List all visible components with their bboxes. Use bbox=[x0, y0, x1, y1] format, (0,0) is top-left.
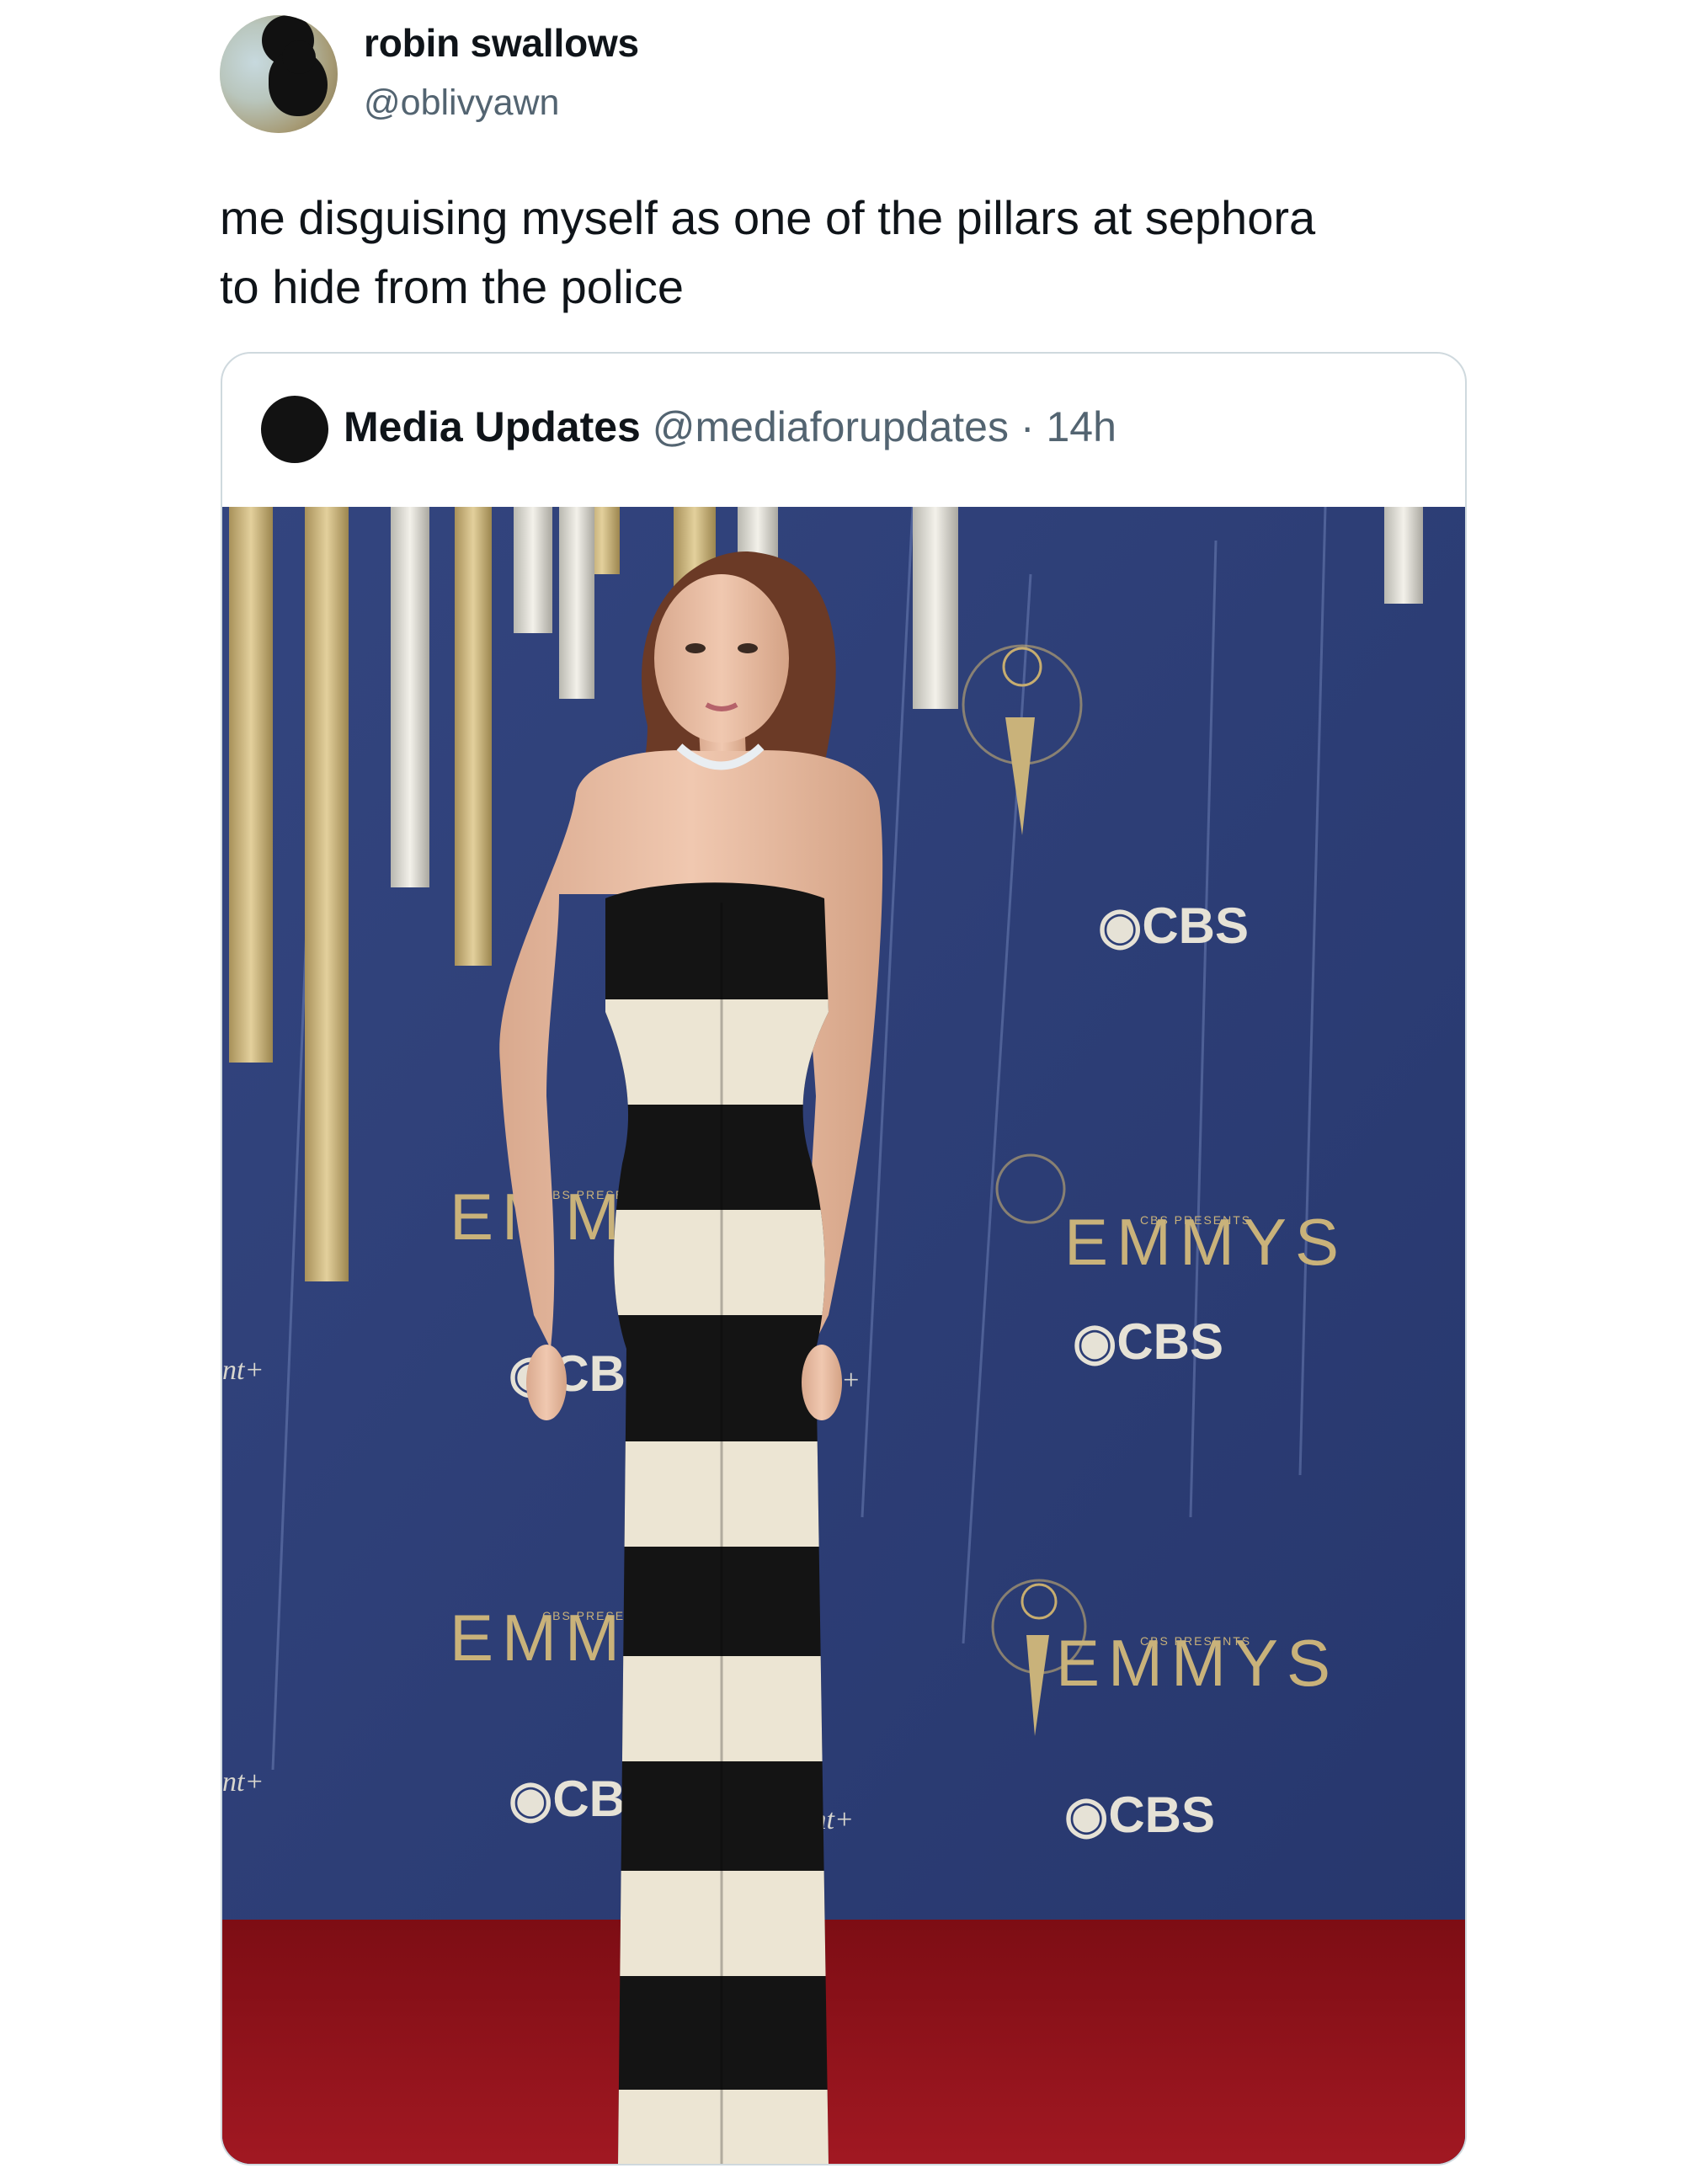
quoted-tweet-photo[interactable]: EMMYS EMMYS EMMYS EMMYS CBS PRESENTS CBS… bbox=[222, 507, 1465, 2164]
tweet-text: me disguising myself as one of the pilla… bbox=[220, 184, 1533, 322]
quoted-author-display-name[interactable]: Media Updates bbox=[344, 403, 641, 450]
avatar-redaction-scribble-3 bbox=[282, 40, 316, 74]
svg-text:◉CBS: ◉CBS bbox=[1098, 898, 1249, 954]
svg-text:◉CBS: ◉CBS bbox=[1073, 1313, 1223, 1370]
quoted-tweet-timestamp[interactable]: 14h bbox=[1046, 403, 1116, 450]
tweet-text-line-1: me disguising myself as one of the pilla… bbox=[220, 191, 1316, 244]
quoted-author-avatar[interactable] bbox=[261, 396, 328, 463]
svg-text:◉CBS: ◉CBS bbox=[1064, 1787, 1215, 1843]
svg-text:CBS PRESENTS: CBS PRESENTS bbox=[1140, 1213, 1251, 1227]
left-hand bbox=[526, 1345, 567, 1420]
quoted-tweet-header: Media Updates @mediaforupdates · 14h bbox=[344, 402, 1116, 451]
tweet-text-line-2: to hide from the police bbox=[220, 260, 684, 313]
red-carpet-photo-illustration: EMMYS EMMYS EMMYS EMMYS CBS PRESENTS CBS… bbox=[222, 507, 1465, 2164]
svg-text:nt+: nt+ bbox=[222, 1766, 264, 1798]
svg-text:CBS PRESENTS: CBS PRESENTS bbox=[1140, 1634, 1251, 1648]
red-carpet bbox=[222, 1920, 1465, 2164]
author-display-name[interactable]: robin swallows bbox=[364, 20, 639, 66]
face bbox=[654, 574, 789, 743]
quoted-tweet-card[interactable]: Media Updates @mediaforupdates · 14h EMM… bbox=[221, 352, 1467, 2165]
quoted-author-handle[interactable]: @mediaforupdates bbox=[653, 403, 1009, 450]
svg-text:nt+: nt+ bbox=[222, 1355, 264, 1386]
meta-separator: · bbox=[1020, 403, 1035, 450]
right-hand bbox=[802, 1345, 842, 1420]
author-handle[interactable]: @oblivyawn bbox=[364, 83, 559, 124]
author-avatar[interactable] bbox=[220, 15, 338, 133]
